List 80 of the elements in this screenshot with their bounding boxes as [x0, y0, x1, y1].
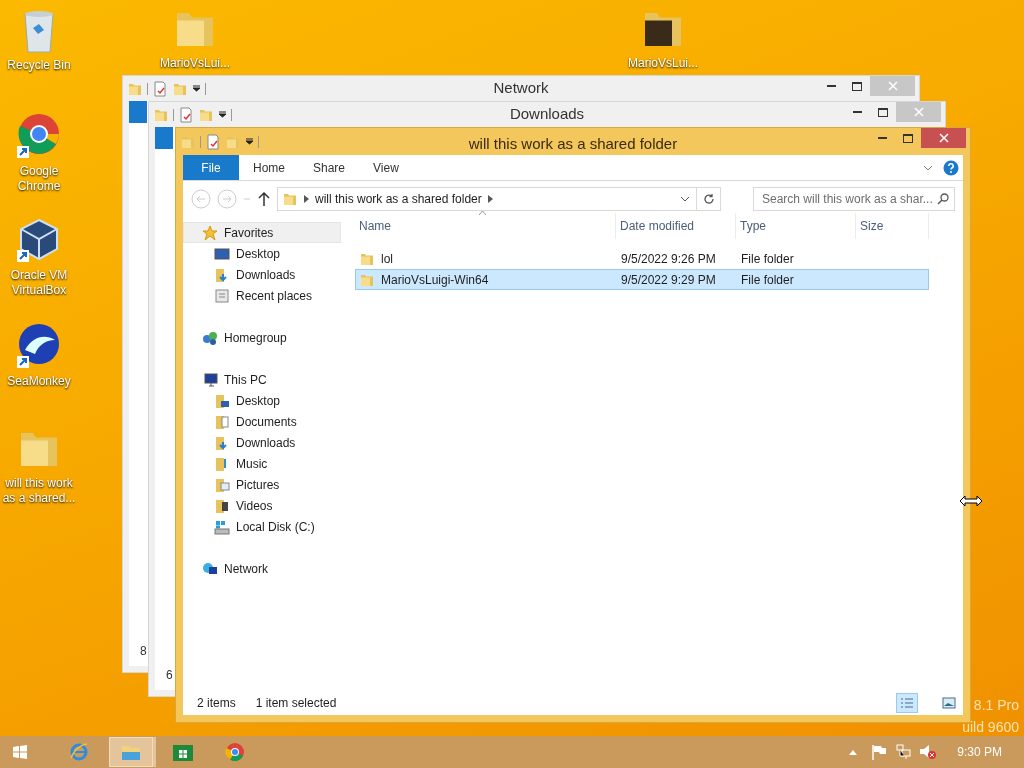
flag-icon[interactable]	[871, 744, 888, 760]
nav-item[interactable]: This PC	[183, 369, 341, 390]
monitor-icon	[214, 245, 230, 262]
nav-item[interactable]: Favorites	[183, 222, 341, 243]
documents-folder-icon	[214, 413, 230, 430]
properties-icon[interactable]	[152, 80, 168, 97]
show-hidden-icons-icon[interactable]	[849, 749, 858, 755]
file-name: lol	[381, 250, 393, 268]
file-name: MarioVsLuigi-Win64	[381, 271, 489, 289]
refresh-icon	[702, 193, 715, 205]
network-icon	[202, 560, 218, 577]
chevron-down-icon[interactable]	[680, 196, 690, 202]
file-row[interactable]: MarioVsLuigi-Win64 9/5/2022 9:29 PM File folder	[355, 269, 929, 290]
type-cell-text: File folder	[740, 250, 795, 268]
network-status-icon[interactable]	[895, 744, 912, 760]
address-bar[interactable]: will this work as a shared folder	[277, 187, 721, 211]
date-cell-text: 9/5/2022 9:29 PM	[620, 271, 717, 289]
search-icon	[937, 193, 949, 205]
nav-item[interactable]: Videos	[183, 495, 341, 516]
dropdown-icon[interactable]	[192, 84, 201, 93]
homegroup-icon	[202, 329, 218, 346]
windows-logo-icon[interactable]	[13, 745, 27, 759]
nav-item[interactable]: Homegroup	[183, 327, 341, 348]
details-list-icon	[900, 697, 914, 709]
close-icon	[913, 107, 924, 117]
ribbon-tab[interactable]: Home	[239, 155, 299, 180]
window-title: will this work as a shared folder	[468, 134, 678, 154]
column-header[interactable]: Name	[355, 213, 616, 239]
type-cell-text: File folder	[740, 271, 795, 289]
videos-folder-icon	[214, 497, 230, 514]
dropdown-icon[interactable]	[245, 137, 254, 146]
pictures-folder-icon	[214, 476, 230, 493]
nav-item[interactable]: Desktop	[183, 243, 341, 264]
dropdown-icon[interactable]	[218, 110, 227, 119]
folder-icon	[282, 191, 298, 207]
downloads-folder-icon	[214, 266, 230, 283]
nav-item[interactable]: Recent places	[183, 285, 341, 306]
breadcrumb-arrow-icon	[304, 195, 309, 203]
computer-icon	[202, 371, 218, 388]
status-text: 6	[166, 667, 173, 684]
ribbon-tab[interactable]: View	[359, 155, 413, 180]
status-text: 8	[140, 643, 147, 660]
recent-places-icon	[214, 287, 230, 304]
nav-item[interactable]: Local Disk (C:)	[183, 516, 341, 537]
up-arrow-icon[interactable]	[257, 191, 271, 207]
nav-item[interactable]: Downloads	[183, 432, 341, 453]
os-edition-text: uild 9600	[962, 718, 1019, 737]
nav-item[interactable]: Downloads	[183, 264, 341, 285]
properties-icon[interactable]	[205, 133, 221, 150]
item-count: 2 items	[197, 695, 236, 712]
nav-item[interactable]: Network	[183, 558, 341, 579]
window-title: Downloads	[509, 104, 585, 125]
close-icon	[938, 133, 949, 143]
nav-item[interactable]: Documents	[183, 411, 341, 432]
column-header[interactable]: Date modified	[616, 213, 736, 239]
drive-icon	[214, 518, 230, 535]
desktop-folder-icon	[214, 392, 230, 409]
help-icon[interactable]	[943, 159, 959, 176]
window-title: Network	[493, 78, 549, 99]
column-header[interactable]: Size	[856, 213, 929, 239]
breadcrumb-arrow-icon	[487, 195, 493, 203]
star-icon	[202, 224, 218, 241]
address-text: will this work as a shared folder	[315, 191, 482, 208]
selection-count: 1 item selected	[255, 695, 337, 712]
properties-icon[interactable]	[178, 106, 194, 123]
os-edition-text: 8.1 Pro	[973, 696, 1019, 715]
chevron-down-icon[interactable]	[923, 164, 933, 171]
ribbon-tab[interactable]: Share	[299, 155, 360, 180]
close-icon	[887, 81, 898, 91]
muted-speaker-icon[interactable]	[919, 744, 938, 760]
search-field[interactable]: Search will this work as a shar...	[753, 187, 955, 211]
nav-item[interactable]: Music	[183, 453, 341, 474]
date-cell-text: 9/5/2022 9:26 PM	[620, 250, 717, 268]
nav-item[interactable]: Pictures	[183, 474, 341, 495]
column-header[interactable]: Type	[736, 213, 856, 239]
nav-item[interactable]: Desktop	[183, 390, 341, 411]
file-row[interactable]: lol 9/5/2022 9:26 PM File folder	[355, 248, 929, 269]
ribbon-tab[interactable]: File	[183, 155, 239, 180]
picture-icon	[942, 697, 956, 709]
downloads-folder-icon	[214, 434, 230, 451]
